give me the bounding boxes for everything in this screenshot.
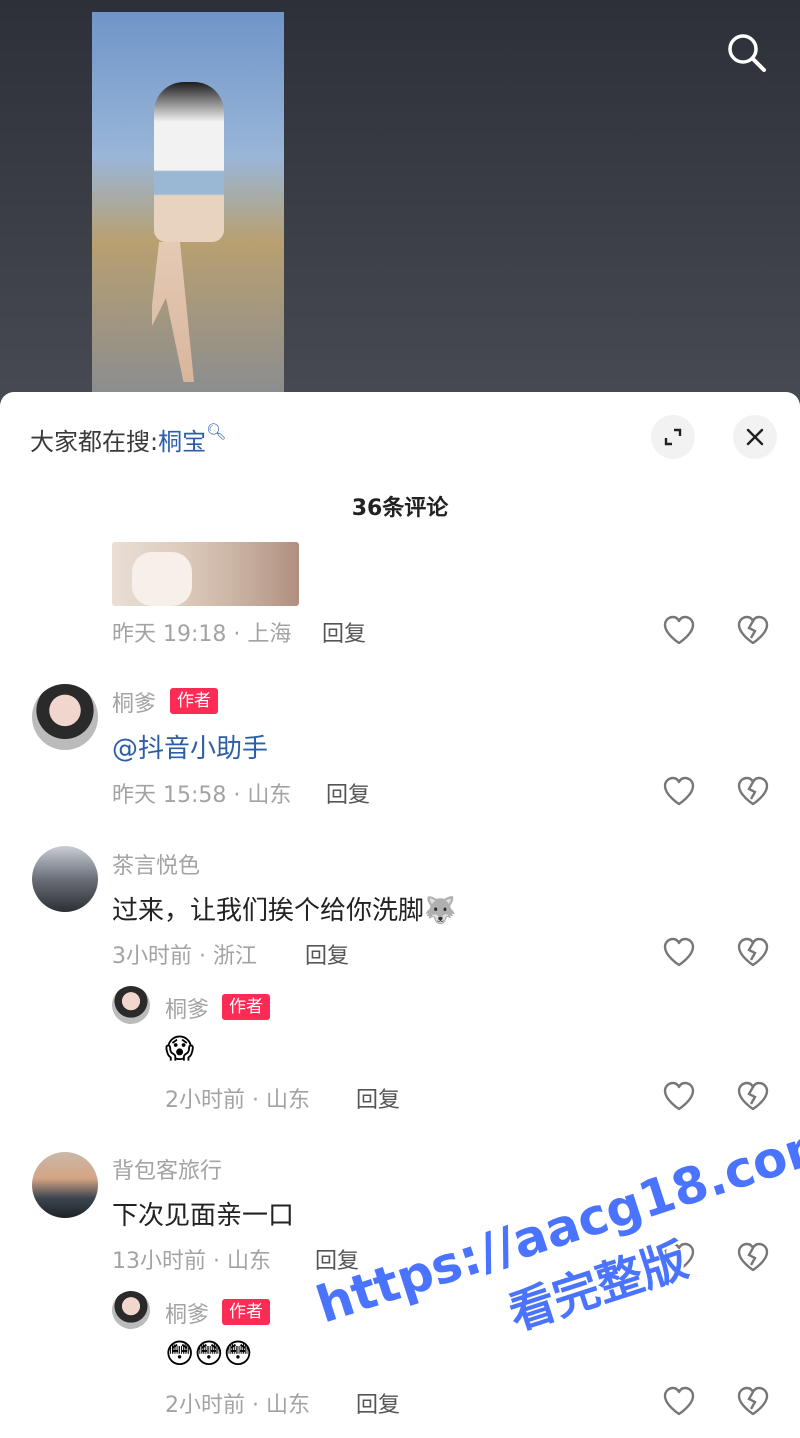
avatar[interactable]	[32, 846, 98, 912]
heart-icon[interactable]	[662, 775, 696, 807]
expand-icon	[664, 428, 682, 446]
hot-search-prefix: 大家都在搜:	[30, 428, 159, 456]
broken-heart-icon[interactable]	[736, 614, 770, 646]
mini-search-icon: 🔍︎	[206, 422, 227, 441]
close-button[interactable]	[733, 415, 777, 459]
scream-emoji: 😱	[165, 1032, 195, 1065]
comment-username[interactable]: 背包客旅行	[112, 1153, 222, 1185]
wolf-emoji: 🐺	[424, 896, 457, 926]
hot-search-keyword[interactable]: 桐宝	[158, 428, 206, 456]
reply-button[interactable]: 回复	[356, 1082, 400, 1114]
broken-heart-icon[interactable]	[736, 1385, 770, 1417]
video-figure-legs	[152, 242, 194, 382]
author-badge: 作者	[222, 994, 270, 1020]
avatar[interactable]	[112, 1291, 150, 1329]
reply-username[interactable]: 桐爹	[165, 992, 209, 1024]
comment-text-body: 过来，让我们挨个给你洗脚	[112, 896, 425, 926]
reply-button[interactable]: 回复	[326, 777, 370, 809]
expand-button[interactable]	[651, 415, 695, 459]
broken-heart-icon[interactable]	[736, 936, 770, 968]
comment-time-location: 昨天 15:58 · 山东	[112, 783, 292, 808]
heart-icon[interactable]	[662, 1385, 696, 1417]
video-figure	[154, 82, 224, 242]
reply-time-location: 2小时前 · 山东	[165, 1393, 310, 1418]
search-icon[interactable]	[724, 30, 768, 74]
comment-time-location: 13小时前 · 山东	[112, 1249, 271, 1274]
video-area	[0, 0, 800, 400]
heart-icon[interactable]	[662, 936, 696, 968]
comment-text: 过来，让我们挨个给你洗脚🐺	[112, 890, 456, 927]
video-thumbnail[interactable]	[92, 12, 284, 394]
comment-time-location: 3小时前 · 浙江	[112, 944, 257, 969]
author-badge: 作者	[222, 1299, 270, 1325]
hot-search-bar[interactable]: 大家都在搜:桐宝🔍︎	[30, 422, 226, 457]
close-icon	[746, 428, 764, 446]
heart-icon[interactable]	[662, 614, 696, 646]
reply-button[interactable]: 回复	[322, 616, 366, 648]
comments-count-title: 36条评论	[351, 496, 449, 521]
comment-time-location: 昨天 19:18 · 上海	[112, 622, 292, 647]
broken-heart-icon[interactable]	[736, 775, 770, 807]
comment-image-subject	[132, 552, 192, 606]
comment-username[interactable]: 桐爹	[112, 686, 156, 718]
avatar[interactable]	[112, 986, 150, 1024]
comment-username[interactable]: 茶言悦色	[112, 848, 200, 880]
author-badge: 作者	[170, 688, 218, 714]
comment-text[interactable]: @抖音小助手	[112, 728, 268, 765]
reply-button[interactable]: 回复	[305, 938, 349, 970]
flushed-emoji: 😳😳😳	[165, 1337, 253, 1370]
avatar[interactable]	[32, 1152, 98, 1218]
comment-image[interactable]	[112, 542, 299, 606]
reply-username[interactable]: 桐爹	[165, 1297, 209, 1329]
reply-time-location: 2小时前 · 山东	[165, 1088, 310, 1113]
avatar[interactable]	[32, 684, 98, 750]
